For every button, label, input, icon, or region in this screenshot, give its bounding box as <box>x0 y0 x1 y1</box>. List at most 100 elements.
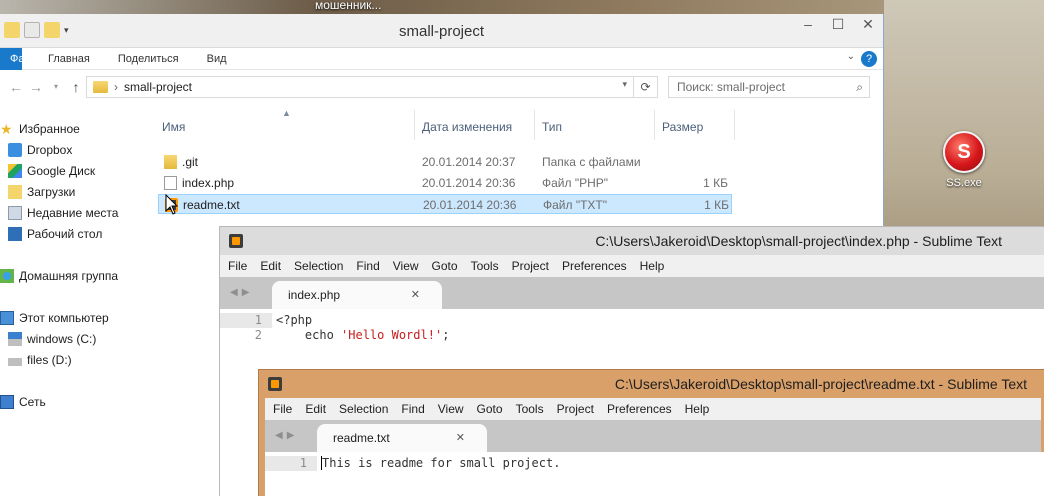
minimize-button[interactable]: – <box>793 14 823 36</box>
sidebar-item-label: windows (C:) <box>27 332 97 346</box>
desktop-caption: мошенник... <box>315 0 382 12</box>
menu-help[interactable]: Help <box>640 259 665 273</box>
menu-file[interactable]: File <box>273 402 292 416</box>
up-button[interactable]: ↑ <box>66 77 86 97</box>
column-header-type[interactable]: Тип <box>542 116 562 138</box>
sidebar-item-label: Недавние места <box>27 206 119 220</box>
ribbon-expand-icon[interactable]: ⌄ <box>847 51 855 62</box>
menu-goto[interactable]: Goto <box>432 259 458 273</box>
close-tab-icon[interactable]: ✕ <box>456 424 465 452</box>
window-title: C:\Users\Jakeroid\Desktop\small-project\… <box>614 376 1027 392</box>
tab-home[interactable]: Главная <box>22 53 104 65</box>
file-size: 1 КБ <box>704 198 729 212</box>
window-title: C:\Users\Jakeroid\Desktop\small-project\… <box>595 233 1002 249</box>
column-divider[interactable] <box>734 110 735 140</box>
path-segment[interactable]: small-project <box>124 80 192 94</box>
tab-scroll-arrows-icon[interactable]: ◀▶ <box>230 287 253 298</box>
sidebar-item-drive-c[interactable]: windows (C:) <box>8 330 96 348</box>
code-editor[interactable]: 1 This is readme for small project. <box>265 452 1044 496</box>
sidebar-item-desktop[interactable]: Рабочий стол <box>8 225 102 243</box>
file-row-index-php[interactable]: index.php 20.01.2014 20:36 Файл "PHP" 1 … <box>158 173 732 193</box>
sidebar-item-downloads[interactable]: Загрузки <box>8 183 75 201</box>
file-row-git[interactable]: .git 20.01.2014 20:37 Папка с файлами <box>158 152 732 172</box>
sidebar-item-label: Домашняя группа <box>19 269 119 283</box>
navigation-bar: ← → ▾ ↑ › small-project ▾ ⟳ Поиск: small… <box>0 70 883 104</box>
sidebar-item-label: Google Диск <box>27 164 96 178</box>
menu-view[interactable]: View <box>438 402 464 416</box>
window-controls: – ☐ ✕ <box>793 14 883 36</box>
column-divider[interactable] <box>654 110 655 140</box>
sidebar-item-label: Рабочий стол <box>27 227 103 241</box>
menu-selection[interactable]: Selection <box>339 402 388 416</box>
column-header-name[interactable]: Имя <box>162 116 185 138</box>
column-divider[interactable] <box>414 110 415 140</box>
menu-project[interactable]: Project <box>512 259 549 273</box>
tab-file[interactable]: Файл <box>0 47 22 70</box>
sublime-titlebar: C:\Users\Jakeroid\Desktop\small-project\… <box>220 227 1044 255</box>
forward-button[interactable]: → <box>26 77 46 97</box>
search-icon[interactable]: ⌕ <box>856 77 863 97</box>
drive-icon <box>8 332 22 346</box>
file-date: 20.01.2014 20:37 <box>422 155 516 169</box>
folder-icon <box>93 81 108 93</box>
menu-find[interactable]: Find <box>356 259 379 273</box>
refresh-button[interactable]: ⟳ <box>633 77 657 97</box>
sublime-app-icon <box>229 234 243 248</box>
close-tab-icon[interactable]: ✕ <box>411 281 420 309</box>
computer-icon <box>0 311 14 325</box>
menu-help[interactable]: Help <box>685 402 710 416</box>
address-dropdown-icon[interactable]: ▾ <box>622 79 627 90</box>
code-text: This is readme for small project. <box>322 456 561 470</box>
sidebar-item-favorites[interactable]: ★ Избранное <box>0 120 80 138</box>
menu-project[interactable]: Project <box>557 402 594 416</box>
tab-readme-txt[interactable]: readme.txt ✕ <box>317 424 487 452</box>
menu-bar: File Edit Selection Find View Goto Tools… <box>265 398 1041 420</box>
menu-preferences[interactable]: Preferences <box>562 259 627 273</box>
menu-selection[interactable]: Selection <box>294 259 343 273</box>
menu-goto[interactable]: Goto <box>477 402 503 416</box>
tab-bar: ◀▶ readme.txt ✕ <box>265 420 1041 452</box>
recent-places-icon <box>8 206 22 220</box>
column-header-date[interactable]: Дата изменения <box>422 116 512 138</box>
google-drive-icon <box>8 164 22 178</box>
menu-tools[interactable]: Tools <box>471 259 499 273</box>
desktop-shortcut-ss[interactable]: S SS.exe <box>940 131 988 189</box>
tab-view[interactable]: Вид <box>193 53 241 65</box>
recent-locations-icon[interactable]: ▾ <box>46 77 66 97</box>
help-button[interactable]: ? <box>861 51 877 67</box>
sidebar-item-homegroup[interactable]: Домашняя группа <box>0 267 118 285</box>
sidebar-item-recent-places[interactable]: Недавние места <box>8 204 118 222</box>
sublime-window-readme: C:\Users\Jakeroid\Desktop\small-project\… <box>258 369 1044 496</box>
sidebar-item-google-drive[interactable]: Google Диск <box>8 162 95 180</box>
sidebar-item-drive-d[interactable]: files (D:) <box>8 351 72 369</box>
menu-edit[interactable]: Edit <box>260 259 281 273</box>
menu-file[interactable]: File <box>228 259 247 273</box>
sidebar-item-label: Сеть <box>19 395 46 409</box>
tab-share[interactable]: Поделиться <box>104 53 193 65</box>
window-title: small-project <box>398 23 485 40</box>
file-size: 1 КБ <box>703 176 728 190</box>
maximize-button[interactable]: ☐ <box>823 14 853 36</box>
sidebar-item-network[interactable]: Сеть <box>0 393 46 411</box>
menu-view[interactable]: View <box>393 259 419 273</box>
close-button[interactable]: ✕ <box>853 14 883 36</box>
code-text: echo <box>276 328 342 342</box>
menu-preferences[interactable]: Preferences <box>607 402 672 416</box>
column-divider[interactable] <box>534 110 535 140</box>
menu-edit[interactable]: Edit <box>305 402 326 416</box>
column-header-size[interactable]: Размер <box>662 116 703 138</box>
menu-tools[interactable]: Tools <box>516 402 544 416</box>
sort-ascending-icon: ▲ <box>282 108 291 118</box>
file-row-readme-txt[interactable]: readme.txt 20.01.2014 20:36 Файл "TXT" 1… <box>158 194 732 214</box>
menu-find[interactable]: Find <box>401 402 424 416</box>
tab-index-php[interactable]: index.php ✕ <box>272 281 442 309</box>
sublime-titlebar: C:\Users\Jakeroid\Desktop\small-project\… <box>259 370 1044 398</box>
address-bar[interactable]: › small-project ▾ ⟳ <box>86 76 658 98</box>
sidebar-item-dropbox[interactable]: Dropbox <box>8 141 72 159</box>
tab-scroll-arrows-icon[interactable]: ◀▶ <box>275 430 298 441</box>
downloads-folder-icon <box>8 185 22 199</box>
search-input[interactable]: Поиск: small-project ⌕ <box>668 76 870 98</box>
sidebar-item-this-pc[interactable]: Этот компьютер <box>0 309 109 327</box>
back-button[interactable]: ← <box>6 77 26 97</box>
code-text: ; <box>442 328 450 342</box>
